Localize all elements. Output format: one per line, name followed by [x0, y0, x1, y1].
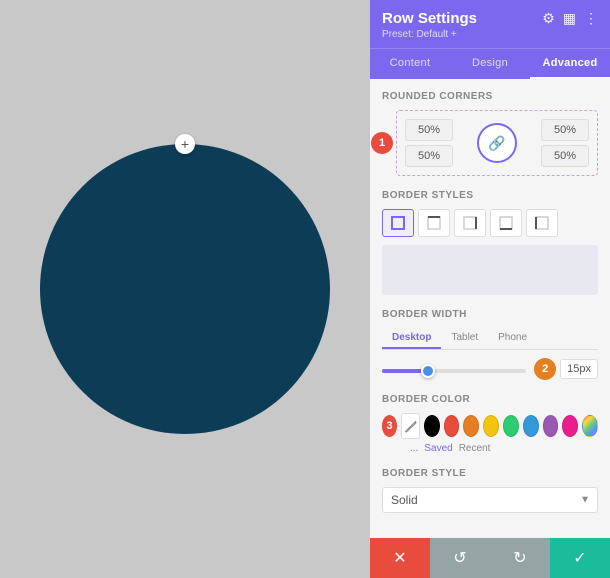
- corner-top-left[interactable]: [405, 119, 453, 141]
- color-blue[interactable]: [523, 415, 539, 437]
- rounded-corners-label: Rounded Corners: [382, 91, 598, 102]
- save-button[interactable]: ✓: [550, 538, 610, 578]
- columns-icon[interactable]: ▦: [563, 10, 576, 27]
- tab-design[interactable]: Design: [450, 49, 530, 79]
- add-element-button[interactable]: +: [175, 134, 195, 154]
- saved-label[interactable]: Saved: [424, 443, 452, 454]
- corner-top-right[interactable]: [541, 119, 589, 141]
- corner-link-button[interactable]: 🔗: [477, 123, 517, 163]
- panel-preset: Preset: Default +: [382, 29, 598, 40]
- color-green[interactable]: [503, 415, 519, 437]
- border-color-section: Border Color 3 .: [382, 394, 598, 454]
- circle-shape: +: [40, 144, 330, 434]
- settings-icon[interactable]: ⚙: [542, 10, 555, 27]
- color-row-wrapper: 3: [382, 413, 598, 439]
- border-styles-label: Border Styles: [382, 190, 598, 201]
- corner-bottom-right[interactable]: [541, 145, 589, 167]
- cancel-icon: ✕: [393, 548, 406, 568]
- color-more[interactable]: ...: [410, 443, 418, 454]
- color-orange[interactable]: [463, 415, 479, 437]
- border-width-slider[interactable]: [382, 369, 526, 373]
- color-actions: ... Saved Recent: [382, 443, 598, 454]
- redo-icon: ↻: [513, 548, 526, 568]
- panel-content: Rounded Corners 1 🔗 Border Styles: [370, 79, 610, 538]
- corner-bottom-left[interactable]: [405, 145, 453, 167]
- border-bottom-button[interactable]: [490, 209, 522, 237]
- border-style-select[interactable]: None Solid Dashed Dotted Double: [382, 487, 598, 513]
- save-icon: ✓: [573, 548, 586, 568]
- recent-label[interactable]: Recent: [459, 443, 491, 454]
- color-gradient[interactable]: [582, 415, 598, 437]
- border-styles-section: Border Styles: [382, 190, 598, 295]
- step-2-badge: 2: [534, 358, 556, 380]
- more-icon[interactable]: ⋮: [584, 10, 598, 27]
- border-style-section: Border Style None Solid Dashed Dotted Do…: [382, 468, 598, 513]
- border-width-section: Border Width Desktop Tablet Phone 2 15px: [382, 309, 598, 380]
- cancel-button[interactable]: ✕: [370, 538, 430, 578]
- panel-header: Row Settings ⚙ ▦ ⋮ Preset: Default +: [370, 0, 610, 48]
- device-tab-phone[interactable]: Phone: [488, 328, 537, 349]
- eyedropper-button[interactable]: [401, 413, 420, 439]
- border-style-label: Border Style: [382, 468, 598, 479]
- color-black[interactable]: [424, 415, 440, 437]
- undo-icon: ↺: [453, 548, 466, 568]
- tab-content[interactable]: Content: [370, 49, 450, 79]
- border-width-label: Border Width: [382, 309, 598, 320]
- device-tabs: Desktop Tablet Phone: [382, 328, 598, 350]
- step-3-badge: 3: [382, 415, 397, 437]
- device-tab-tablet[interactable]: Tablet: [441, 328, 488, 349]
- panel-title: Row Settings: [382, 10, 477, 27]
- color-yellow[interactable]: [483, 415, 499, 437]
- border-width-value[interactable]: 15px: [560, 359, 598, 379]
- panel-tabs: Content Design Advanced: [370, 48, 610, 79]
- panel-footer: ✕ ↺ ↻ ✓: [370, 538, 610, 578]
- canvas-area: +: [0, 0, 370, 578]
- corner-grid: 🔗: [396, 110, 598, 176]
- slider-row: 2 15px: [382, 358, 598, 380]
- device-tab-desktop[interactable]: Desktop: [382, 328, 441, 349]
- border-right-button[interactable]: [454, 209, 486, 237]
- undo-button[interactable]: ↺: [430, 538, 490, 578]
- tab-advanced[interactable]: Advanced: [530, 49, 610, 79]
- border-preview: [382, 245, 598, 295]
- color-purple[interactable]: [543, 415, 559, 437]
- color-pink[interactable]: [562, 415, 578, 437]
- rounded-corners-section: Rounded Corners 1 🔗: [382, 91, 598, 176]
- border-color-label: Border Color: [382, 394, 598, 405]
- redo-button[interactable]: ↻: [490, 538, 550, 578]
- border-width-slider-container: [382, 360, 526, 378]
- link-icon: 🔗: [488, 135, 505, 152]
- settings-panel: Row Settings ⚙ ▦ ⋮ Preset: Default + Con…: [370, 0, 610, 578]
- border-all-button[interactable]: [382, 209, 414, 237]
- border-style-select-wrapper: None Solid Dashed Dotted Double ▼: [382, 487, 598, 513]
- border-top-button[interactable]: [418, 209, 450, 237]
- color-red[interactable]: [444, 415, 460, 437]
- step-1-badge: 1: [371, 132, 393, 154]
- panel-header-icons: ⚙ ▦ ⋮: [542, 10, 598, 27]
- border-left-button[interactable]: [526, 209, 558, 237]
- border-style-options: [382, 209, 598, 237]
